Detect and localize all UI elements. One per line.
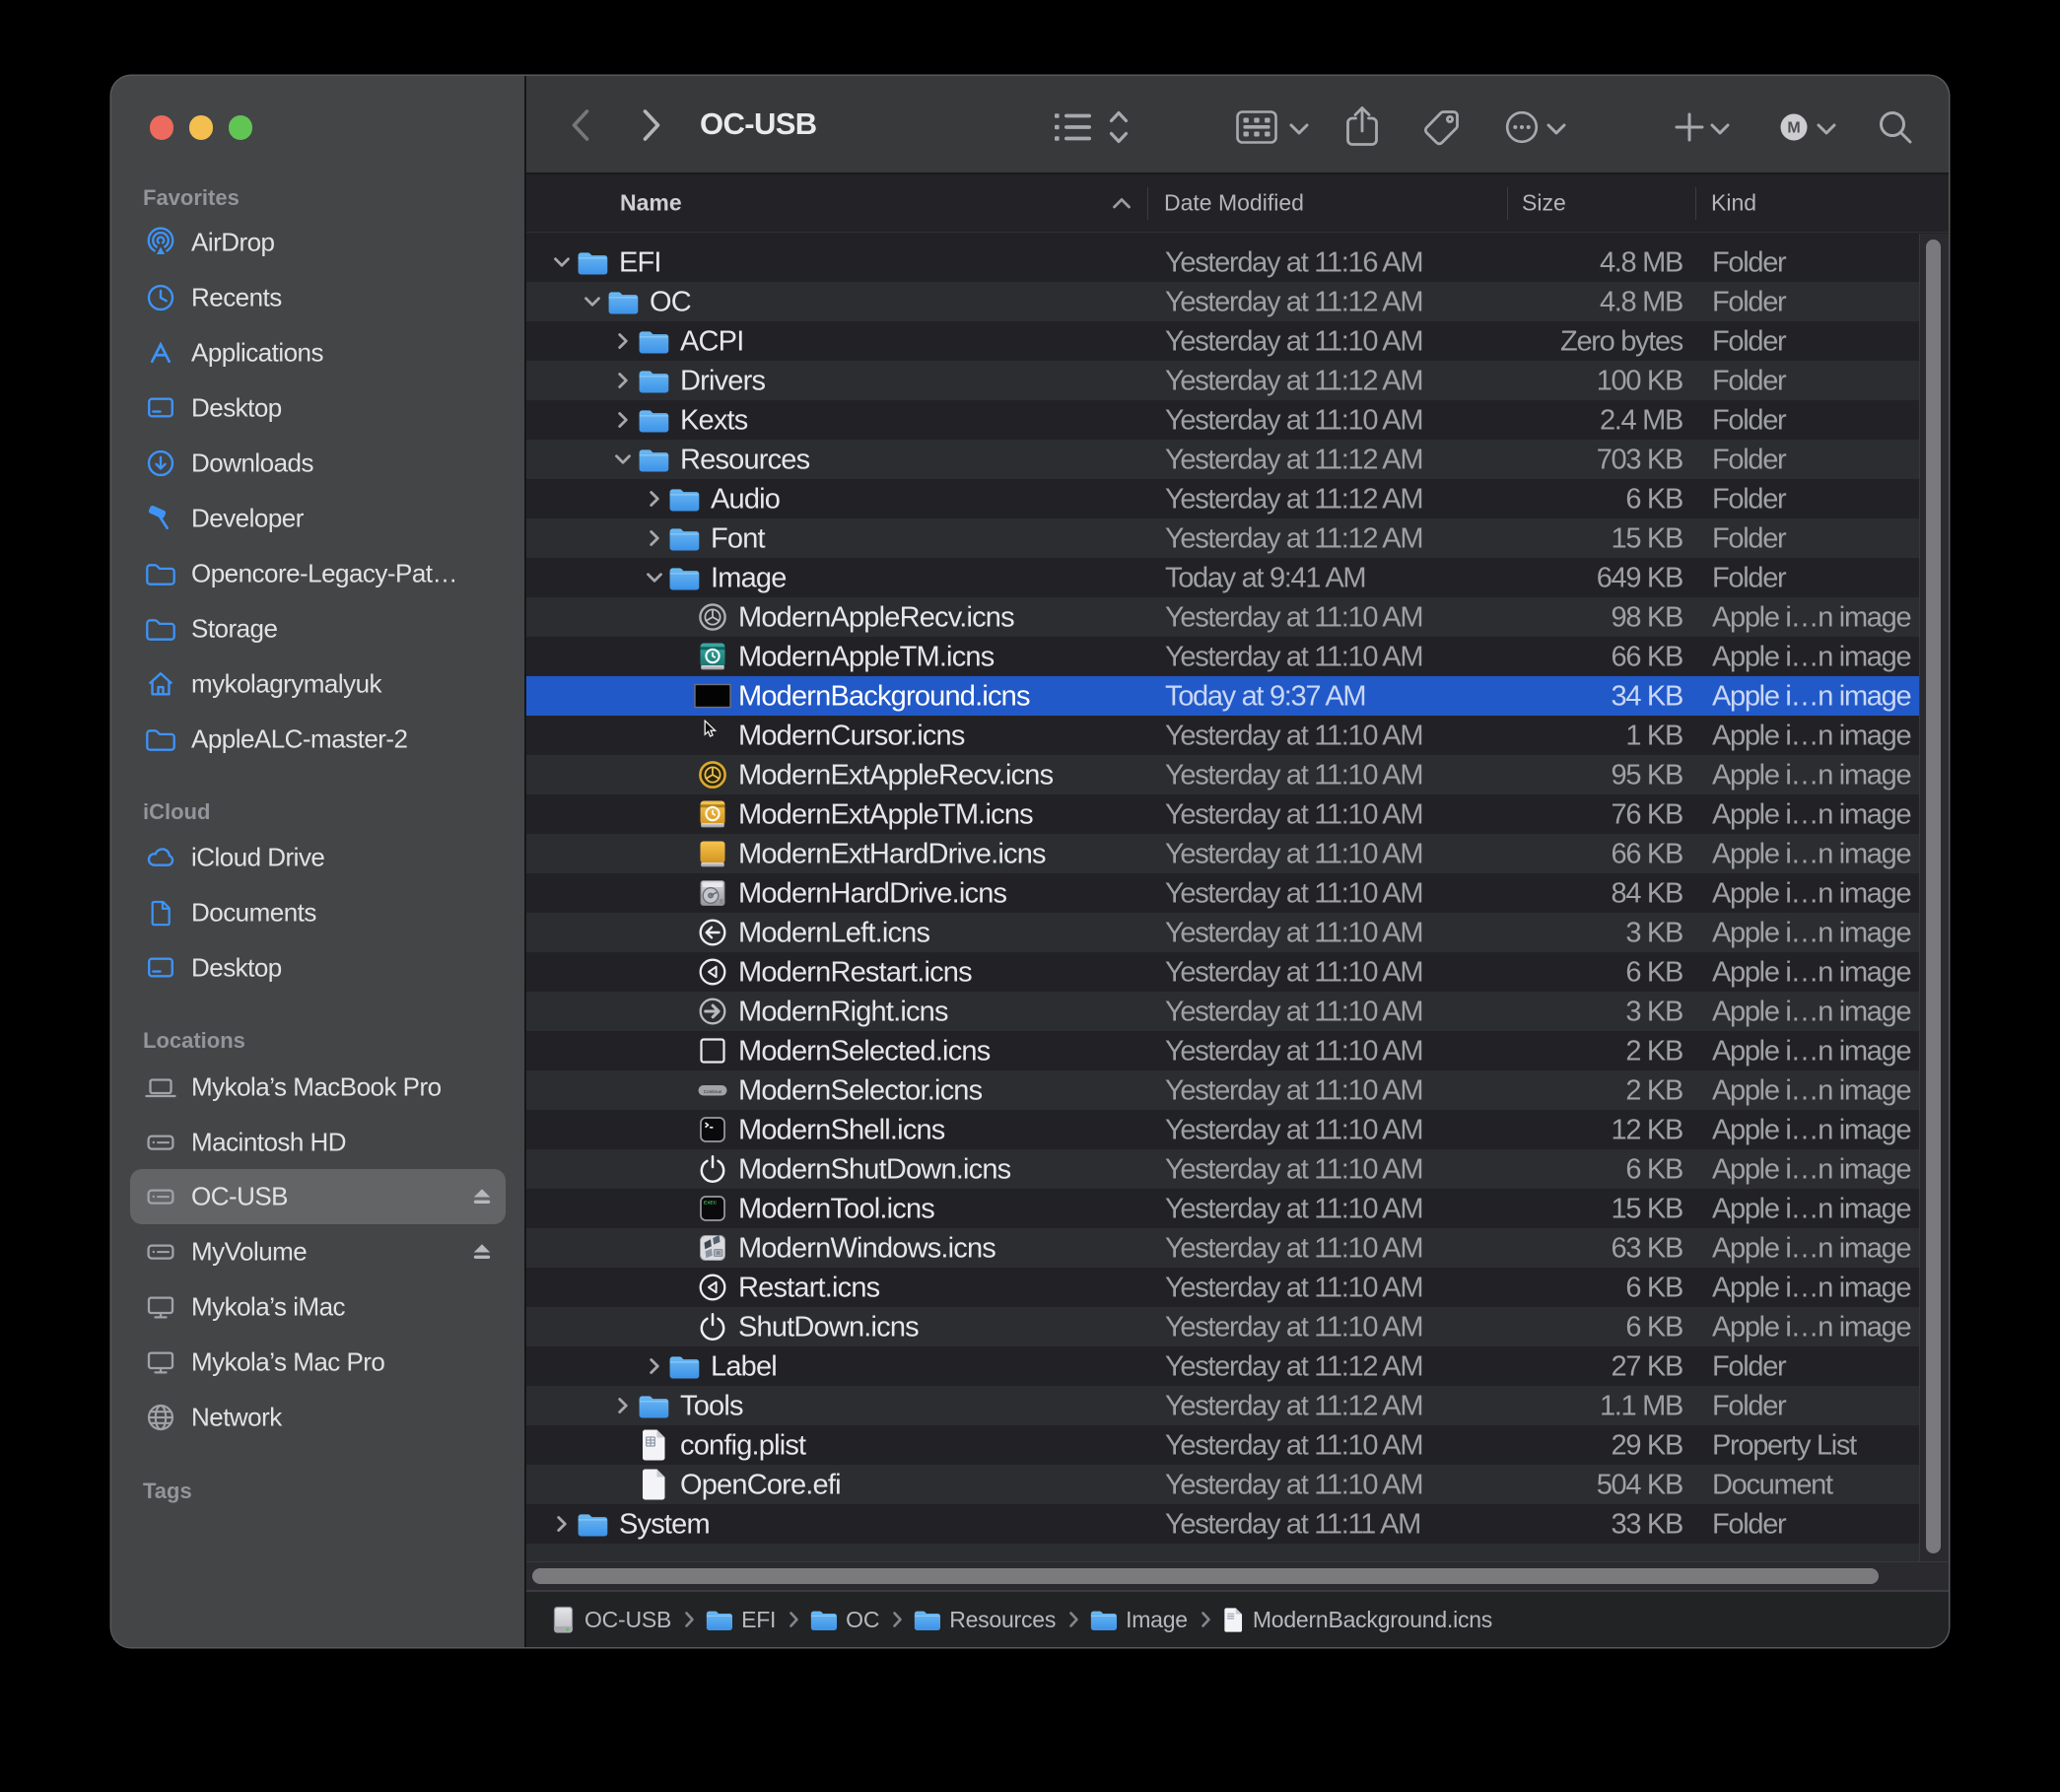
svg-text:Continue: Continue [704, 1089, 722, 1094]
svg-text:M: M [1787, 120, 1800, 137]
svg-text:EXEC: EXEC [704, 1201, 718, 1206]
